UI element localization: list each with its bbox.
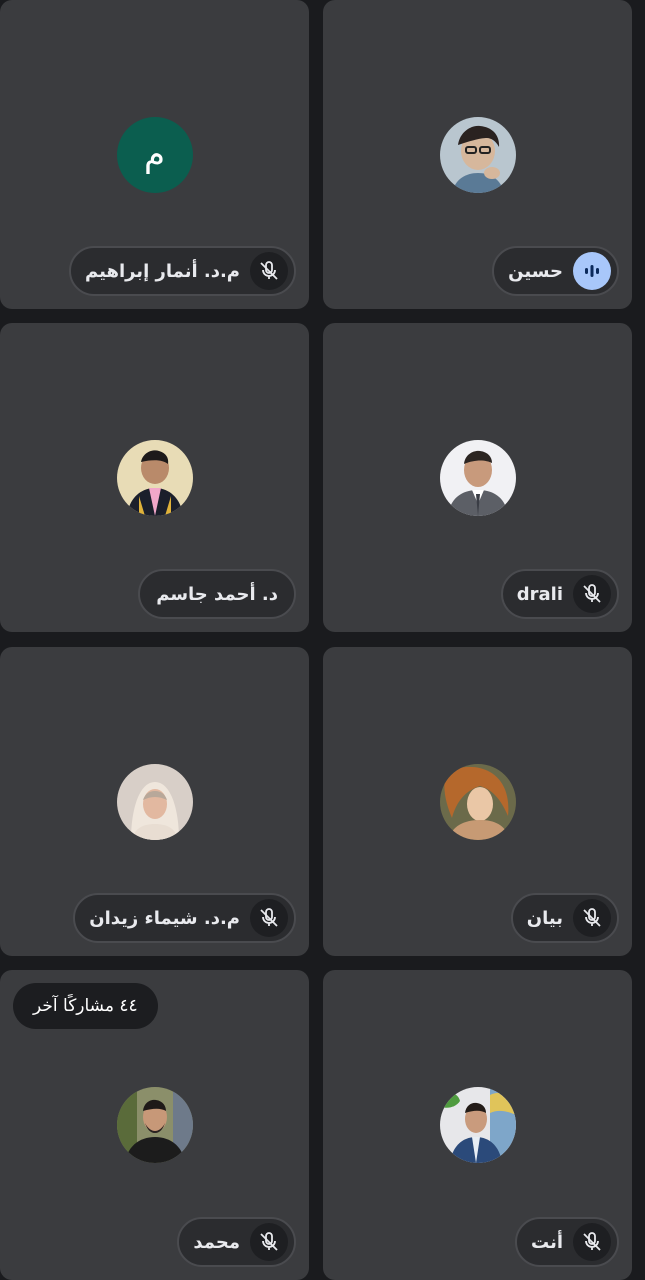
participant-name-chip: م.د. شيماء زيدان (73, 893, 296, 943)
participant-tile[interactable]: د. أحمد جاسم (0, 323, 309, 632)
mic-off-icon (250, 899, 288, 937)
participant-name: حسين (508, 260, 563, 282)
avatar (116, 440, 193, 516)
avatar (116, 764, 193, 840)
participant-tile[interactable]: بيان (323, 647, 632, 956)
audio-wave-icon (573, 252, 611, 290)
participant-name-chip: drali (500, 569, 619, 619)
participant-tile[interactable]: حسين (323, 0, 632, 309)
mic-off-icon (573, 1223, 611, 1261)
participant-tile[interactable]: أنت (323, 970, 632, 1280)
avatar (439, 440, 516, 516)
mic-off-icon (250, 1223, 288, 1261)
mic-off-icon (250, 252, 288, 290)
participant-name: م.د. أنمار إبراهيم (85, 260, 240, 282)
participant-name-chip: حسين (492, 246, 619, 296)
mic-off-icon (573, 899, 611, 937)
mic-off-icon (573, 575, 611, 613)
avatar (439, 117, 516, 193)
avatar (439, 764, 516, 840)
participant-name: بيان (526, 907, 563, 929)
avatar (116, 1087, 193, 1163)
participant-tile[interactable]: م م.د. أنمار إبراهيم (0, 0, 309, 309)
participant-tile[interactable]: م.د. شيماء زيدان (0, 647, 309, 956)
participant-name-chip: أنت (515, 1217, 619, 1267)
participant-name-chip: بيان (510, 893, 619, 943)
participant-name-chip: محمد (177, 1217, 296, 1267)
participant-tile[interactable]: ٤٤ مشاركًا آخر محمد (0, 970, 309, 1280)
participant-name-chip: م.د. أنمار إبراهيم (69, 246, 296, 296)
participant-tile[interactable]: drali (323, 323, 632, 632)
avatar-letter: م (143, 135, 166, 175)
participant-name: drali (516, 583, 563, 605)
participant-name: محمد (193, 1231, 240, 1253)
avatar: م (116, 117, 193, 193)
other-participants-badge[interactable]: ٤٤ مشاركًا آخر (13, 983, 158, 1029)
participant-name: أنت (531, 1231, 563, 1253)
avatar (439, 1087, 516, 1163)
participant-name-chip: د. أحمد جاسم (138, 569, 296, 619)
participant-name: د. أحمد جاسم (156, 583, 278, 605)
participant-name: م.د. شيماء زيدان (89, 907, 240, 929)
